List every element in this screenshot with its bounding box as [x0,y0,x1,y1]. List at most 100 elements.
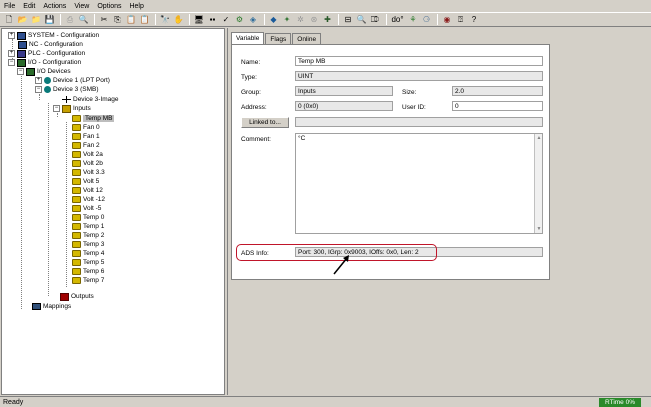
tree-var-10[interactable]: Volt -5 [72,204,101,213]
userid-label: User ID: [402,104,426,111]
tree-var-3[interactable]: Fan 2 [72,141,100,150]
print-icon[interactable]: ⎙ [64,14,76,26]
context-help-icon[interactable]: ⎄ [369,14,381,26]
expand-plus-icon[interactable]: + [35,77,42,84]
tree-label: Volt 5 [83,178,100,185]
scroll-up-icon[interactable]: ▲ [535,134,543,142]
tree-var-16[interactable]: Temp 5 [72,258,104,267]
tree-var-8[interactable]: Volt 12 [72,186,103,195]
tree-node-io-devices[interactable]: − I/O Devices [17,67,71,76]
tree-var-18[interactable]: Temp 7 [72,276,104,285]
activate-icon[interactable]: ◈ [247,14,259,26]
tree-var-5[interactable]: Volt 2b [72,159,103,168]
tree-node-nc[interactable]: NC - Configuration [18,40,83,49]
tree-label: Temp 6 [83,268,105,275]
nc-icon [18,40,27,49]
new-icon[interactable]: 🗋 [3,14,15,26]
tree-var-17[interactable]: Temp 6 [72,267,104,276]
monitor-icon[interactable]: 🖥 [193,14,205,26]
tree-var-7[interactable]: Volt 5 [72,177,99,186]
question-icon[interactable]: ? [468,14,480,26]
degree-icon[interactable]: do° [390,14,406,26]
tree-var-12[interactable]: Temp 1 [72,222,104,231]
paste-icon[interactable]: 📋 [125,14,137,26]
tree-var-1[interactable]: Fan 0 [72,123,100,132]
open-folder-icon[interactable]: 📁 [30,14,42,26]
check-config-icon[interactable]: ⚘ [407,14,419,26]
link-icon[interactable]: ⚆ [421,14,433,26]
tree-var-4[interactable]: Volt 2a [72,150,103,159]
tab-variable[interactable]: Variable [231,32,265,44]
hand-icon[interactable]: ✋ [173,14,185,26]
variable-panel: Name: Temp MB Type: UINT Group: Inputs S… [231,44,550,280]
address-field[interactable]: 0 (0x0) [295,101,393,111]
tree-line [21,76,22,309]
target-icon[interactable]: ◆ [268,14,280,26]
config-tree[interactable]: + SYSTEM - Configuration NC - Configurat… [1,28,225,395]
diamond-icon[interactable]: ◉ [441,14,453,26]
tree-node-mappings[interactable]: Mappings [32,302,71,311]
tab-flags[interactable]: Flags [265,33,292,44]
tree-label: Volt 2a [83,151,103,158]
scroll-down-icon[interactable]: ▼ [535,225,543,233]
collapse-minus-icon[interactable]: − [8,59,15,66]
zoom-icon[interactable]: ⊟ [342,14,354,26]
linked-to-field[interactable] [295,117,543,127]
check-icon[interactable]: ✓ [220,14,232,26]
menu-help[interactable]: Help [129,3,143,10]
expand-plus-icon[interactable]: + [8,50,15,57]
tree-var-15[interactable]: Temp 4 [72,249,104,258]
help-book-icon[interactable]: ⍰ [455,14,467,26]
tree-var-13[interactable]: Temp 2 [72,231,104,240]
tree-var-2[interactable]: Fan 1 [72,132,100,141]
menu-options[interactable]: Options [97,3,121,10]
menu-view[interactable]: View [74,3,89,10]
goto-icon[interactable]: ✚ [322,14,334,26]
type-field[interactable]: UINT [295,71,543,81]
tree-var-0[interactable]: Temp MB [72,114,115,123]
tree-var-14[interactable]: Temp 3 [72,240,104,249]
tree-node-device3[interactable]: − Device 3 (SMB) [35,85,99,94]
collapse-minus-icon[interactable]: − [35,86,42,93]
dots-icon[interactable]: ▪▪ [207,14,219,26]
comment-scrollbar[interactable]: ▲ ▼ [534,134,542,233]
network-icon[interactable]: ⊛ [308,14,320,26]
tree-var-6[interactable]: Volt 3.3 [72,168,105,177]
cut-icon[interactable]: ✂ [98,14,110,26]
tab-online[interactable]: Online [292,33,322,44]
gear-icon[interactable]: ✲ [295,14,307,26]
menu-actions[interactable]: Actions [43,3,66,10]
save-icon[interactable]: 💾 [44,14,56,26]
wand-icon[interactable]: ✦ [281,14,293,26]
open-icon[interactable]: 📂 [17,14,29,26]
io-devices-icon [26,67,35,76]
tree-node-io[interactable]: − I/O - Configuration [8,58,81,67]
expand-plus-icon[interactable]: + [8,32,15,39]
menu-edit[interactable]: Edit [23,3,35,10]
variable-icon [72,151,81,158]
tree-node-system[interactable]: + SYSTEM - Configuration [8,31,99,40]
linked-to-button[interactable]: Linked to... [241,117,289,128]
tree-node-plc[interactable]: + PLC - Configuration [8,49,85,58]
tree-var-9[interactable]: Volt -12 [72,195,105,204]
tree-var-11[interactable]: Temp 0 [72,213,104,222]
tree-node-device1[interactable]: + Device 1 (LPT Port) [35,76,110,85]
tree-node-device3-image[interactable]: Device 3-Image [62,95,119,104]
size-field[interactable]: 2.0 [452,86,543,96]
collapse-minus-icon[interactable]: − [53,105,60,112]
userid-field[interactable]: 0 [452,101,543,111]
tree-node-outputs[interactable]: Outputs [60,292,94,301]
find-icon[interactable]: 🔭 [159,14,171,26]
print-preview-icon[interactable]: 🔍 [78,14,90,26]
tree-node-inputs[interactable]: − Inputs [53,104,91,113]
copy-icon[interactable]: ⎘ [112,14,124,26]
paste-special-icon[interactable]: 📋 [139,14,151,26]
menu-file[interactable]: File [4,3,15,10]
comment-field[interactable]: °C [295,133,543,234]
name-field[interactable]: Temp MB [295,56,543,66]
group-field[interactable]: Inputs [295,86,393,96]
search-icon[interactable]: 🔍 [356,14,368,26]
collapse-minus-icon[interactable]: − [17,68,24,75]
variable-icon [72,205,81,212]
build-icon[interactable]: ⚙ [234,14,246,26]
